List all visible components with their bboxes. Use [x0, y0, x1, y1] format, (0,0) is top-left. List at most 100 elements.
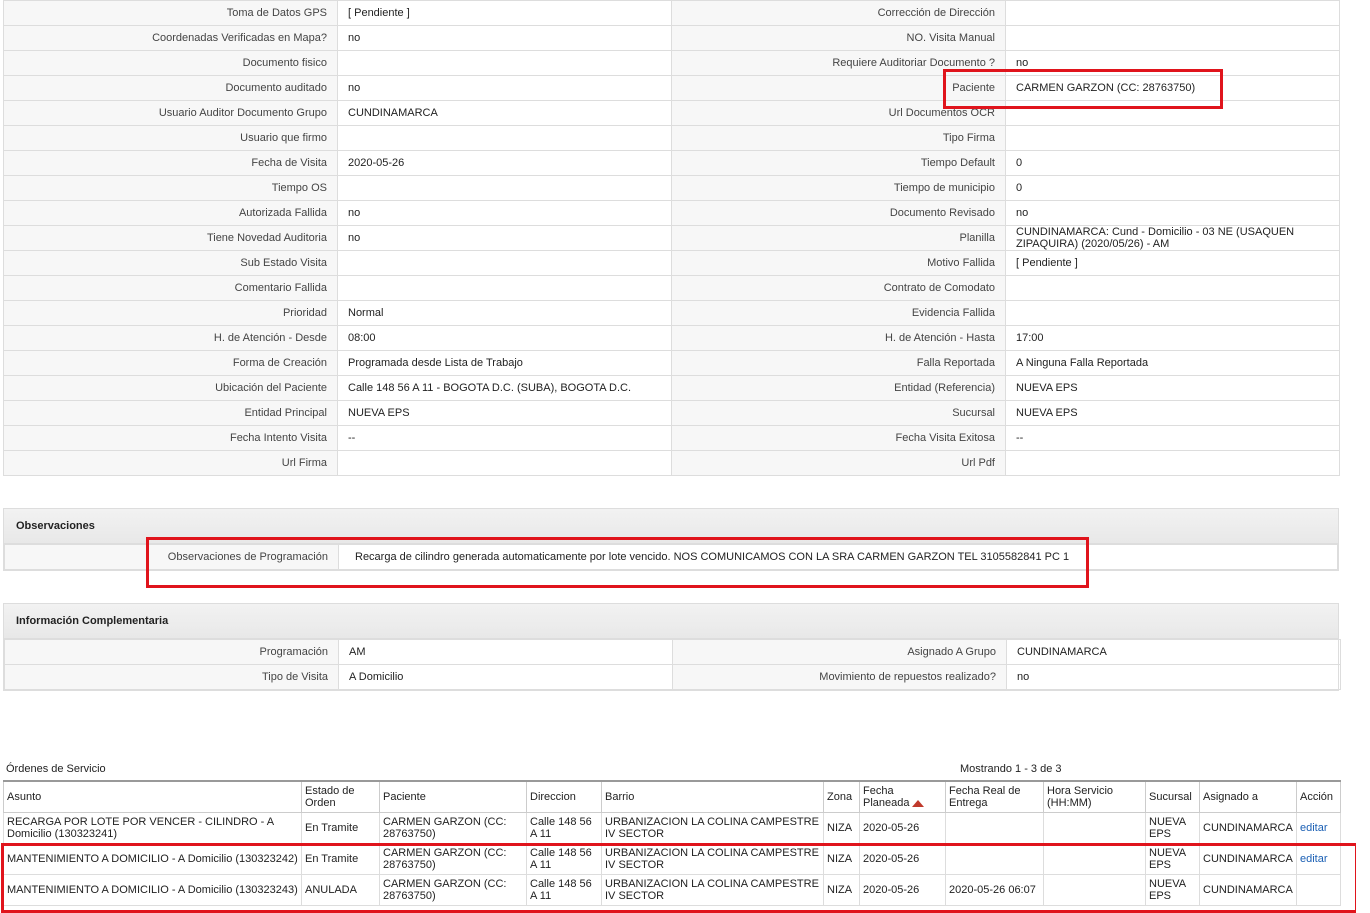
- cell-direccion: Calle 148 56 A 11: [526, 812, 602, 844]
- cell-hora: [1043, 812, 1146, 844]
- cell-fecha-real: [945, 843, 1044, 875]
- cell-estado: En Tramite: [301, 812, 380, 844]
- field-label: Falla Reportada: [671, 350, 1006, 376]
- section-title: Observaciones: [4, 509, 1338, 544]
- field-label: Fecha de Visita: [3, 150, 338, 176]
- orders-title: Órdenes de Servicio: [6, 763, 106, 775]
- detail-row: Fecha de Visita 2020-05-26 Tiempo Default 0: [3, 150, 1340, 176]
- col-header-sucursal[interactable]: Sucursal: [1145, 780, 1200, 813]
- col-header-hora[interactable]: Hora Servicio (HH:MM): [1043, 780, 1146, 813]
- col-header-accion: Acción: [1296, 780, 1341, 813]
- observaciones-section: Observaciones Observaciones de Programac…: [3, 508, 1339, 571]
- field-value: [1005, 125, 1340, 151]
- cell-asignado: CUNDINAMARCA: [1199, 843, 1297, 875]
- field-value: [1005, 275, 1340, 301]
- field-value: Calle 148 56 A 11 - BOGOTA D.C. (SUBA), …: [337, 375, 672, 401]
- field-label: Documento fisico: [3, 50, 338, 76]
- field-label: Motivo Fallida: [671, 250, 1006, 276]
- field-label: Evidencia Fallida: [671, 300, 1006, 326]
- field-value: --: [1005, 425, 1340, 451]
- detail-row: Comentario Fallida Contrato de Comodato: [3, 275, 1340, 301]
- detail-row: Prioridad Normal Evidencia Fallida: [3, 300, 1340, 326]
- field-label: Sub Estado Visita: [3, 250, 338, 276]
- field-value: NUEVA EPS: [1005, 400, 1340, 426]
- field-value: [1005, 0, 1340, 26]
- field-label: Usuario Auditor Documento Grupo: [3, 100, 338, 126]
- field-label: Programación: [4, 639, 339, 665]
- cell-accion: editar: [1296, 812, 1341, 844]
- field-value: no: [337, 225, 672, 251]
- col-header-barrio[interactable]: Barrio: [601, 780, 824, 813]
- field-value: no: [337, 25, 672, 51]
- page-scrollbar[interactable]: [1356, 0, 1370, 913]
- detail-row: Tiempo OS Tiempo de municipio 0: [3, 175, 1340, 201]
- cell-hora: [1043, 843, 1146, 875]
- field-value: --: [337, 425, 672, 451]
- field-value: NUEVA EPS: [1005, 375, 1340, 401]
- edit-link[interactable]: editar: [1300, 853, 1328, 865]
- detail-row: Documento auditado no Paciente CARMEN GARZO…: [3, 75, 1340, 101]
- field-value: no: [1006, 664, 1341, 690]
- cell-asignado: CUNDINAMARCA: [1199, 812, 1297, 844]
- table-row: RECARGA POR LOTE POR VENCER - CILINDRO -…: [3, 812, 1341, 844]
- field-label: Corrección de Dirección: [671, 0, 1006, 26]
- cell-fecha-planeada: 2020-05-26: [859, 812, 946, 844]
- col-header-zona[interactable]: Zona: [823, 780, 860, 813]
- cell-barrio: URBANIZACION LA COLINA CAMPESTRE IV SECT…: [601, 843, 824, 875]
- field-label: Tiempo OS: [3, 175, 338, 201]
- col-header-asunto[interactable]: Asunto: [3, 780, 302, 813]
- detail-row: Toma de Datos GPS[ Pendiente ] Corrección…: [3, 0, 1340, 26]
- field-label: Entidad (Referencia): [671, 375, 1006, 401]
- table-row: MANTENIMIENTO A DOMICILIO - A Domicilio …: [3, 843, 1341, 875]
- detail-row: Ubicación del Paciente Calle 148 56 A 11 …: [3, 375, 1340, 401]
- field-label: Tiempo de municipio: [671, 175, 1006, 201]
- sort-ascending-icon[interactable]: [911, 799, 924, 807]
- cell-accion: [1296, 874, 1341, 906]
- detail-row: Entidad Principal NUEVA EPS Sucursal NUEVA …: [3, 400, 1340, 426]
- field-value: CUNDINAMARCA: Cund - Domicilio - 03 NE (…: [1005, 225, 1340, 251]
- col-header-direccion[interactable]: Direccion: [526, 780, 602, 813]
- cell-direccion: Calle 148 56 A 11: [526, 874, 602, 906]
- detail-row: Sub Estado Visita Motivo Fallida[ Pendien…: [3, 250, 1340, 276]
- visit-detail-table: Toma de Datos GPS[ Pendiente ] Corrección…: [3, 0, 1340, 476]
- cell-zona: NIZA: [823, 874, 860, 906]
- cell-asunto: RECARGA POR LOTE POR VENCER - CILINDRO -…: [3, 812, 302, 844]
- field-value: A Domicilio: [338, 664, 673, 690]
- field-label: Usuario que firmo: [3, 125, 338, 151]
- cell-paciente: CARMEN GARZON (CC: 28763750): [379, 843, 527, 875]
- table-row: MANTENIMIENTO A DOMICILIO - A Domicilio …: [3, 874, 1341, 906]
- section-title: Información Complementaria: [4, 604, 1338, 639]
- field-label: Contrato de Comodato: [671, 275, 1006, 301]
- col-header-fecha-planeada[interactable]: Fecha Planeada: [859, 780, 946, 813]
- col-header-asignado[interactable]: Asignado a: [1199, 780, 1297, 813]
- cell-asunto: MANTENIMIENTO A DOMICILIO - A Domicilio …: [3, 843, 302, 875]
- field-label: Documento auditado: [3, 75, 338, 101]
- field-label: Forma de Creación: [3, 350, 338, 376]
- field-label: H. de Atención - Desde: [3, 325, 338, 351]
- field-value: 0: [1005, 150, 1340, 176]
- col-header-label: Fecha Planeada: [863, 785, 910, 809]
- field-label: Entidad Principal: [3, 400, 338, 426]
- cell-zona: NIZA: [823, 843, 860, 875]
- cell-hora: [1043, 874, 1146, 906]
- field-label: H. de Atención - Hasta: [671, 325, 1006, 351]
- field-label: Url Pdf: [671, 450, 1006, 476]
- field-label: Requiere Auditoriar Documento ?: [671, 50, 1006, 76]
- field-label: Asignado A Grupo: [672, 639, 1007, 665]
- cell-sucursal: NUEVA EPS: [1145, 812, 1200, 844]
- field-label: Toma de Datos GPS: [3, 0, 338, 26]
- cell-zona: NIZA: [823, 812, 860, 844]
- edit-link[interactable]: editar: [1300, 822, 1328, 834]
- col-header-paciente[interactable]: Paciente: [379, 780, 527, 813]
- field-label: NO. Visita Manual: [671, 25, 1006, 51]
- cell-paciente: CARMEN GARZON (CC: 28763750): [379, 874, 527, 906]
- field-value: [337, 125, 672, 151]
- orders-table: Asunto Estado de Orden Paciente Direccio…: [3, 780, 1341, 906]
- col-header-fecha-real[interactable]: Fecha Real de Entrega: [945, 780, 1044, 813]
- col-header-estado[interactable]: Estado de Orden: [301, 780, 380, 813]
- field-label: Sucursal: [671, 400, 1006, 426]
- field-label: Paciente: [671, 75, 1006, 101]
- cell-estado: En Tramite: [301, 843, 380, 875]
- field-value: [337, 275, 672, 301]
- cell-fecha-real: 2020-05-26 06:07: [945, 874, 1044, 906]
